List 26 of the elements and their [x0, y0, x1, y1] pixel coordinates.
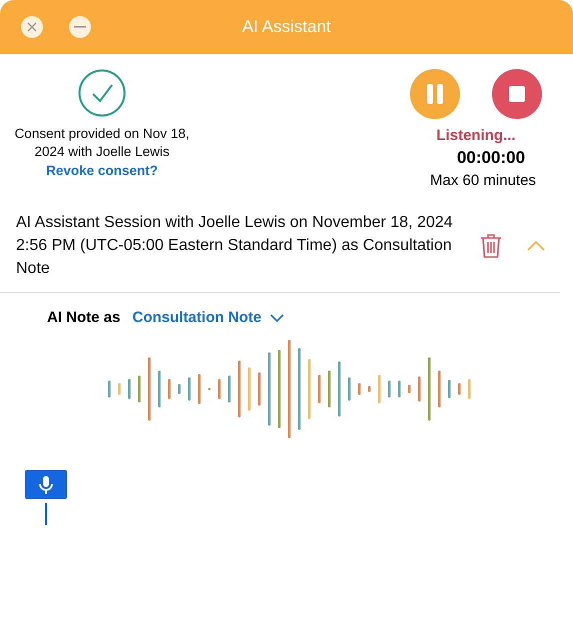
session-title: AI Assistant Session with Joelle Lewis on November 18, 2024 2:56 PM (UTC-05:00 Eastern Standard Time) as Consultation Note: [16, 213, 454, 279]
close-button[interactable]: [21, 16, 43, 38]
pause-icon: [425, 84, 445, 104]
check-circle-icon: [78, 69, 126, 117]
stop-icon: [509, 86, 525, 102]
microphone-button[interactable]: [25, 470, 67, 499]
note-type-label: AI Note as: [47, 309, 120, 326]
collapse-button[interactable]: [526, 240, 546, 252]
stop-button[interactable]: [492, 69, 542, 119]
trash-icon: [480, 232, 502, 258]
minimize-button[interactable]: [69, 16, 91, 38]
close-icon: [27, 22, 37, 32]
limit-text: Max 60 minutes: [430, 172, 536, 189]
recording-status: Listening...: [436, 127, 516, 144]
chevron-down-icon: [270, 314, 284, 322]
timer-text: 00:00:00: [456, 148, 526, 168]
minimize-icon: [74, 26, 86, 28]
microphone-icon: [39, 476, 53, 494]
revoke-consent-link[interactable]: Revoke consent?: [46, 163, 158, 178]
chevron-icon: [526, 240, 546, 252]
delete-button[interactable]: [480, 232, 502, 258]
pause-button[interactable]: [410, 69, 460, 119]
consent-text: Consent provided on Nov 18, 2024 with Joelle Lewis: [14, 125, 190, 161]
window-title: AI Assistant: [242, 17, 331, 36]
text-cursor: [45, 503, 47, 525]
note-type-dropdown[interactable]: Consultation Note: [132, 309, 284, 326]
